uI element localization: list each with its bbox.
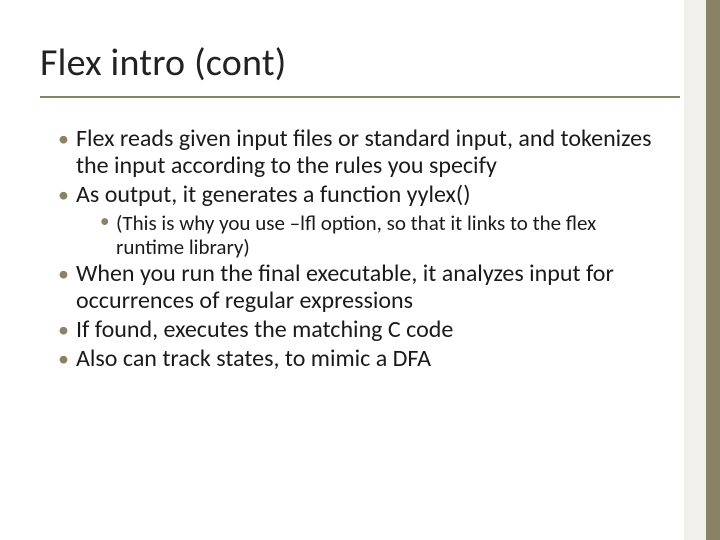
sub-bullet-list: (This is why you use –lfl option, so tha…	[76, 211, 660, 259]
bullet-text: When you run the final executable, it an…	[76, 259, 614, 315]
bullet-text: Flex reads given input files or standard…	[76, 124, 651, 180]
bullet-item: Flex reads given input files or standard…	[58, 126, 660, 180]
slide-body: Flex intro (cont) Flex reads given input…	[0, 0, 720, 540]
bullet-item: When you run the final executable, it an…	[58, 261, 660, 315]
slide-content: Flex reads given input files or standard…	[40, 126, 660, 372]
bullet-item: If found, executes the matching C code	[58, 317, 660, 344]
sub-bullet-item: (This is why you use –lfl option, so tha…	[100, 211, 660, 259]
bullet-item: As output, it generates a function yylex…	[58, 182, 660, 259]
bullet-text: If found, executes the matching C code	[76, 315, 453, 344]
slide-title: Flex intro (cont)	[40, 40, 680, 98]
bullet-text: As output, it generates a function yylex…	[76, 180, 470, 209]
bullet-item: Also can track states, to mimic a DFA	[58, 346, 660, 373]
bullet-text: (This is why you use –lfl option, so tha…	[116, 210, 596, 260]
bullet-list: Flex reads given input files or standard…	[40, 126, 660, 372]
bullet-text: Also can track states, to mimic a DFA	[76, 344, 431, 373]
